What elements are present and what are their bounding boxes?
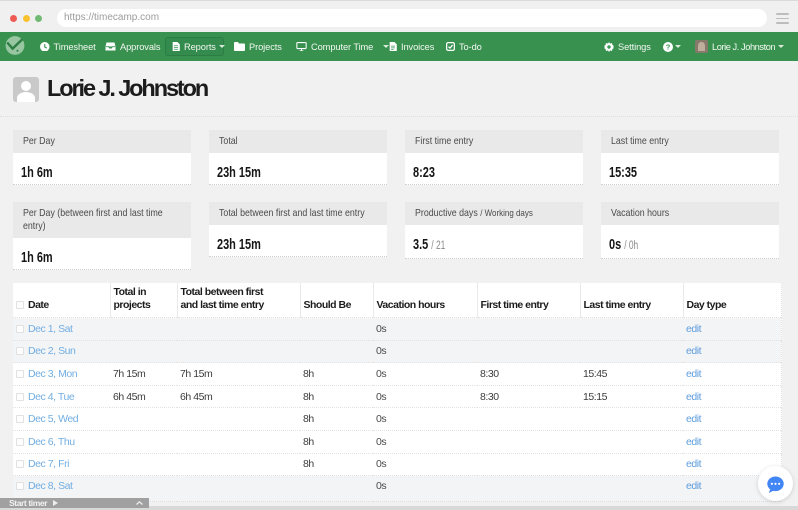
svg-text:?: ? xyxy=(666,42,671,51)
